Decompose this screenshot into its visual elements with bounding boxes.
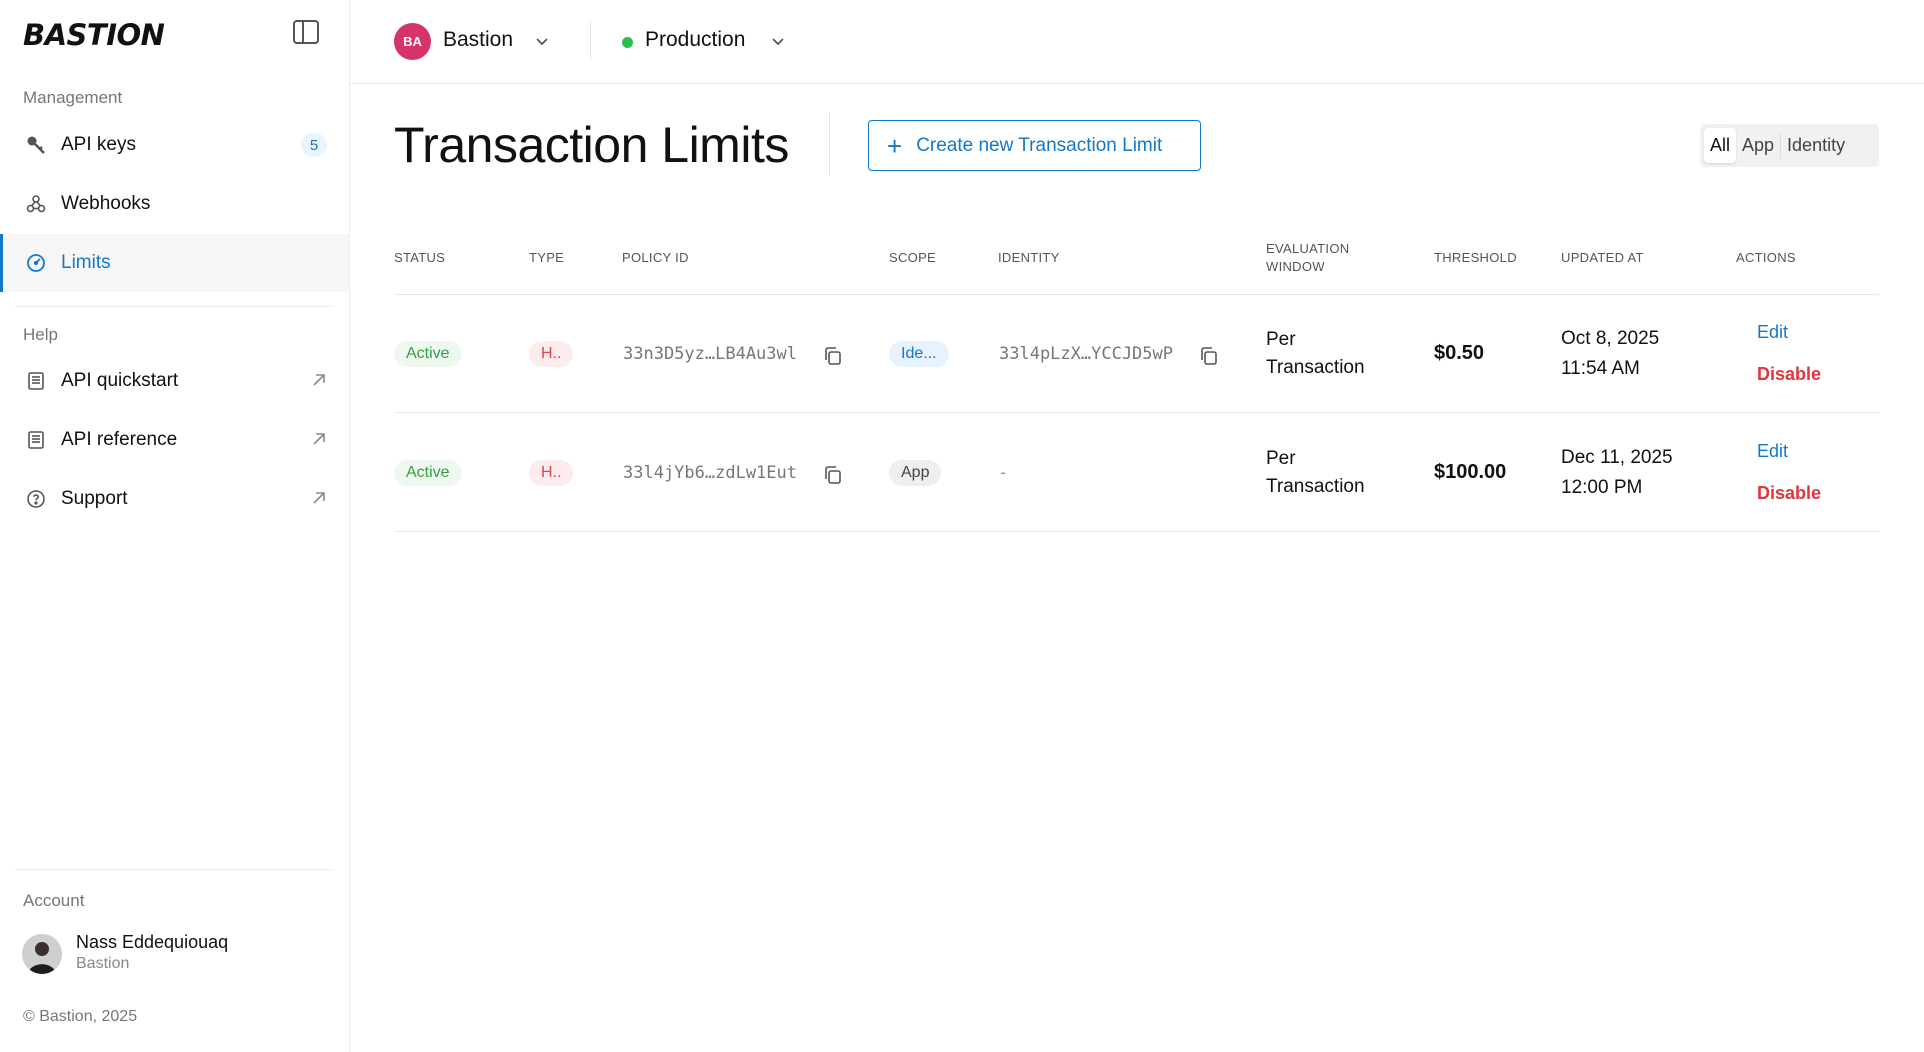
sidebar-divider	[15, 306, 334, 307]
sidebar-item-api-quickstart[interactable]: API quickstart	[0, 352, 349, 410]
create-button-label: Create new Transaction Limit	[916, 134, 1163, 156]
sidebar-toggle-icon[interactable]	[293, 20, 319, 44]
filter-app[interactable]: App	[1736, 128, 1780, 163]
org-switcher[interactable]: Bastion	[443, 28, 513, 52]
scope-filter: All App Identity	[1700, 124, 1879, 167]
status-badge: Active	[394, 460, 462, 486]
sidebar-divider	[15, 869, 334, 870]
evaluation-window-line1: Per	[1266, 329, 1296, 350]
page-title: Transaction Limits	[394, 117, 789, 173]
policy-id: 33l4jYb6…zdLw1Eut	[623, 463, 797, 483]
column-header-updated-at: UPDATED AT	[1561, 250, 1644, 265]
identity-empty: -	[1000, 462, 1006, 482]
user-avatar[interactable]	[22, 934, 62, 974]
account-name[interactable]: Nass Eddequiouaq	[76, 932, 228, 953]
sidebar-item-api-reference[interactable]: API reference	[0, 411, 349, 469]
updated-date: Dec 11, 2025	[1561, 447, 1673, 468]
column-header-actions: ACTIONS	[1736, 250, 1796, 265]
sidebar-item-label: Support	[61, 488, 128, 509]
management-section-label: Management	[23, 88, 123, 107]
column-header-window: WINDOW	[1266, 259, 1325, 274]
threshold-value: $0.50	[1434, 342, 1485, 364]
help-section-label: Help	[23, 325, 58, 344]
account-org: Bastion	[76, 955, 130, 972]
book-icon	[25, 370, 47, 392]
topbar: BA Bastion Production	[350, 0, 1924, 84]
key-icon	[25, 134, 47, 156]
identity-id: 33l4pLzX…YCCJD5wP	[999, 344, 1173, 364]
evaluation-window-line2: Transaction	[1266, 476, 1365, 497]
evaluation-window-line2: Transaction	[1266, 357, 1365, 378]
account-section-label: Account	[23, 891, 85, 910]
api-keys-count-badge: 5	[301, 133, 327, 157]
copyright-text: © Bastion, 2025	[23, 1008, 138, 1025]
book-icon	[25, 429, 47, 451]
updated-time: 11:54 AM	[1561, 358, 1640, 379]
column-header-policy-id: POLICY ID	[622, 250, 689, 265]
scope-badge: Ide...	[889, 341, 949, 367]
copy-icon[interactable]	[823, 465, 843, 485]
type-badge: H..	[529, 460, 574, 486]
webhook-icon	[25, 193, 47, 215]
table-divider	[394, 294, 1879, 295]
chevron-down-icon[interactable]	[771, 34, 785, 48]
table-divider	[394, 412, 1879, 413]
disable-button[interactable]: Disable	[1757, 364, 1821, 385]
column-header-type: TYPE	[529, 250, 565, 265]
environment-switcher[interactable]: Production	[645, 28, 745, 52]
status-badge: Active	[394, 341, 462, 367]
updated-date: Oct 8, 2025	[1561, 328, 1660, 349]
disable-button[interactable]: Disable	[1757, 483, 1821, 504]
sidebar: BASTION Management API keys 5 Webhooks L…	[0, 0, 350, 1052]
create-transaction-limit-button[interactable]: + Create new Transaction Limit	[868, 120, 1201, 171]
external-link-icon	[313, 433, 325, 445]
copy-icon[interactable]	[1199, 346, 1219, 366]
copy-icon[interactable]	[823, 346, 843, 366]
type-badge: H..	[529, 341, 574, 367]
environment-status-dot	[622, 37, 633, 48]
policy-id: 33n3D5yz…LB4Au3wl	[623, 344, 797, 364]
table-divider	[394, 531, 1879, 532]
sidebar-item-label: Webhooks	[61, 193, 151, 214]
edit-button[interactable]: Edit	[1757, 441, 1788, 462]
external-link-icon	[313, 492, 325, 504]
sidebar-item-label: API quickstart	[61, 370, 179, 391]
topbar-divider	[590, 22, 591, 60]
updated-time: 12:00 PM	[1561, 477, 1643, 498]
sidebar-item-api-keys[interactable]: API keys 5	[0, 116, 349, 174]
chevron-down-icon[interactable]	[535, 34, 549, 48]
column-header-evaluation: EVALUATION	[1266, 241, 1350, 256]
column-header-identity: IDENTITY	[998, 250, 1060, 265]
threshold-value: $100.00	[1434, 461, 1507, 483]
plus-icon: +	[887, 130, 903, 161]
sidebar-item-limits[interactable]: Limits	[0, 234, 349, 292]
org-avatar[interactable]: BA	[394, 23, 431, 60]
sidebar-item-webhooks[interactable]: Webhooks	[0, 175, 349, 233]
sidebar-item-label: API reference	[61, 429, 178, 450]
column-header-scope: SCOPE	[889, 250, 937, 265]
bastion-logo[interactable]: BASTION	[23, 18, 165, 52]
filter-identity[interactable]: Identity	[1781, 128, 1851, 163]
evaluation-window-line1: Per	[1266, 448, 1296, 469]
sidebar-item-label: API keys	[61, 134, 136, 155]
edit-button[interactable]: Edit	[1757, 322, 1788, 343]
header-divider	[829, 112, 830, 176]
column-header-threshold: THRESHOLD	[1434, 250, 1517, 265]
filter-all[interactable]: All	[1704, 128, 1737, 163]
sidebar-item-support[interactable]: Support	[0, 470, 349, 528]
help-circle-icon	[25, 488, 47, 510]
external-link-icon	[313, 374, 325, 386]
column-header-status: STATUS	[394, 250, 446, 265]
scope-badge: App	[889, 460, 942, 486]
sidebar-item-label: Limits	[61, 252, 111, 273]
gauge-icon	[25, 252, 47, 274]
